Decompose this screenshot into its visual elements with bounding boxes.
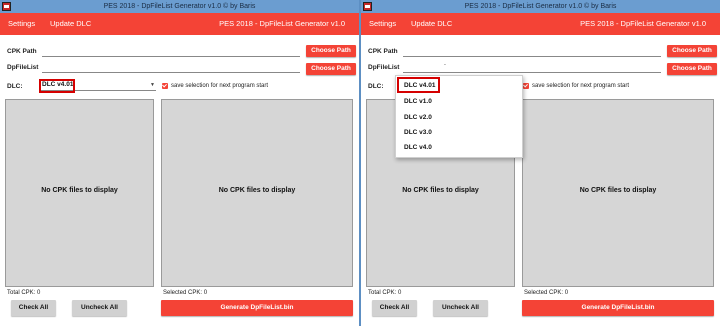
uncheck-all-button[interactable]: Uncheck All [72,300,127,316]
empty-message: No CPK files to display [41,187,118,194]
check-all-button[interactable]: Check All [372,300,417,316]
chevron-down-icon: ▼ [150,82,155,88]
dropdown-option[interactable]: DLC v4.0 [404,144,432,151]
app-header-title: PES 2018 - DpFileList Generator v1.0 [580,19,706,28]
app-header-title: PES 2018 - DpFileList Generator v1.0 [219,19,345,28]
save-selection-label: save selection for next program start [532,83,630,89]
generate-button[interactable]: Generate DpFileList.bin [522,300,714,316]
menu-bar: Settings Update DLC PES 2018 - DpFileLis… [361,13,720,35]
selected-cpk-status: Selected CPK: 0 [163,290,208,296]
uncheck-all-button[interactable]: Uncheck All [433,300,488,316]
dpfilelist-label: DpFileList [368,64,400,71]
dpfilelist-label: DpFileList [7,64,39,71]
empty-message: No CPK files to display [218,187,296,194]
menu-update-dlc[interactable]: Update DLC [50,13,91,35]
highlight-box [39,79,75,93]
cpk-path-label: CPK Path [7,48,37,55]
menu-settings[interactable]: Settings [369,13,396,35]
dropdown-option[interactable]: DLC v2.0 [404,114,432,121]
cpk-list-panel-left[interactable]: No CPK files to display [5,99,154,287]
dpfilelist-value: . [444,60,446,67]
dpfilelist-field[interactable] [42,63,300,73]
cpk-list-panel-right[interactable]: No CPK files to display [161,99,353,287]
menu-bar: Settings Update DLC PES 2018 - DpFileLis… [0,13,359,35]
cpk-path-field[interactable] [42,47,300,57]
title-bar[interactable]: PES 2018 - DpFileList Generator v1.0 © b… [361,0,720,13]
cpk-path-field[interactable] [403,47,661,57]
generate-button[interactable]: Generate DpFileList.bin [161,300,353,316]
window-title: PES 2018 - DpFileList Generator v1.0 © b… [464,3,617,10]
menu-settings[interactable]: Settings [8,13,35,35]
save-selection-label: save selection for next program start [171,83,269,89]
choose-cpk-path-button[interactable]: Choose Path [306,45,356,57]
window-title: PES 2018 - DpFileList Generator v1.0 © b… [103,3,256,10]
app-window-right: PES 2018 - DpFileList Generator v1.0 © b… [361,0,720,326]
empty-message: No CPK files to display [402,187,479,194]
dropdown-option[interactable]: DLC v4.01 [404,82,435,89]
save-selection-checkbox[interactable] [162,82,168,89]
save-selection-checkbox[interactable] [523,82,529,89]
choose-dpfilelist-path-button[interactable]: Choose Path [306,63,356,75]
check-all-button[interactable]: Check All [11,300,56,316]
total-cpk-status: Total CPK: 0 [368,290,402,296]
app-window-left: PES 2018 - DpFileList Generator v1.0 © b… [0,0,359,326]
dlc-label: DLC: [7,83,23,90]
menu-update-dlc[interactable]: Update DLC [411,13,452,35]
empty-message: No CPK files to display [579,187,657,194]
dlc-dropdown-menu: DLC v4.01 DLC v1.0 DLC v2.0 DLC v3.0 DLC… [395,75,523,158]
cpk-list-panel-right[interactable]: No CPK files to display [522,99,714,287]
title-bar[interactable]: PES 2018 - DpFileList Generator v1.0 © b… [0,0,359,13]
total-cpk-status: Total CPK: 0 [7,290,41,296]
dpfilelist-field[interactable]: . [403,60,661,73]
choose-dpfilelist-path-button[interactable]: Choose Path [667,63,717,75]
choose-cpk-path-button[interactable]: Choose Path [667,45,717,57]
selected-cpk-status: Selected CPK: 0 [524,290,569,296]
dropdown-option[interactable]: DLC v3.0 [404,129,432,136]
dlc-label: DLC: [368,83,384,90]
cpk-path-label: CPK Path [368,48,398,55]
dropdown-option[interactable]: DLC v1.0 [404,98,432,105]
